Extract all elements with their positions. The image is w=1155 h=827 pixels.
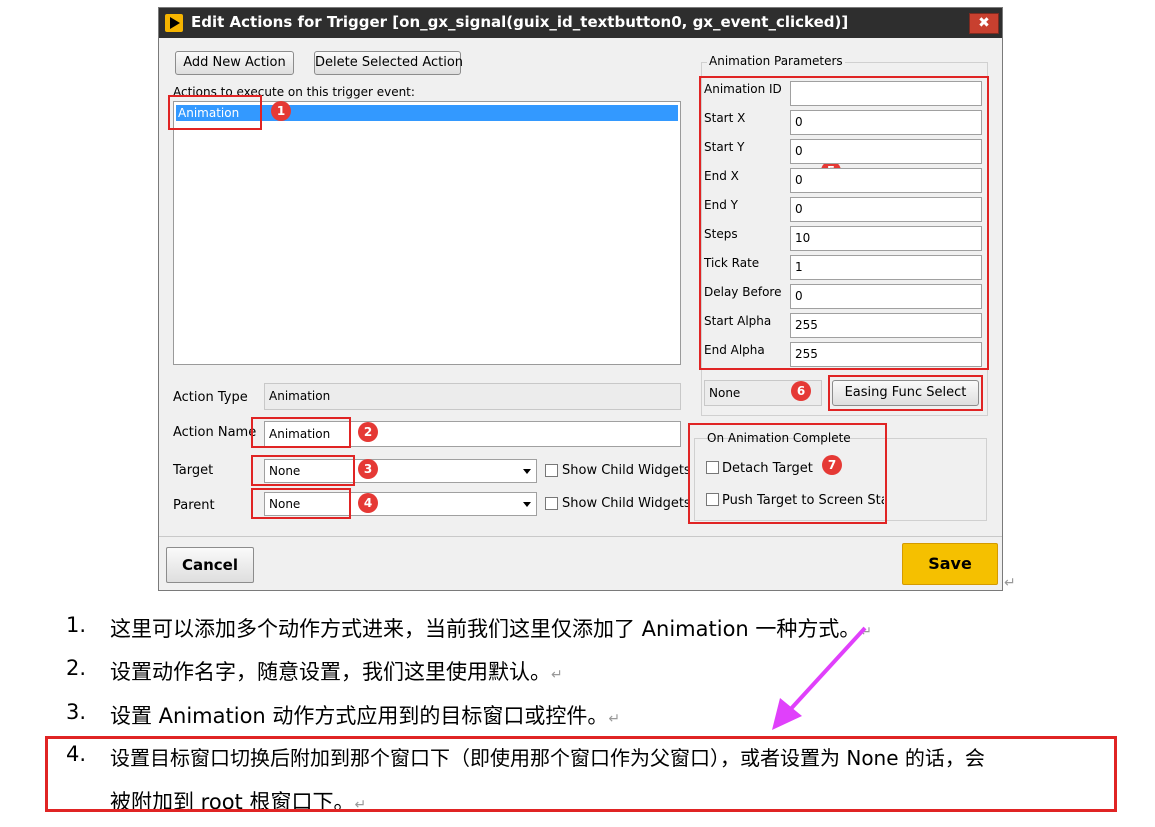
note-1-content: 这里可以添加多个动作方式进来，当前我们这里仅添加了 Animation 一种方式… [110,617,861,641]
badge-7: 7 [822,455,842,475]
param-label: End Alpha [704,343,765,357]
badge-3: 3 [358,459,378,479]
save-button[interactable]: Save [902,543,998,585]
badge-4: 4 [358,493,378,513]
detach-target-checkbox[interactable] [706,461,719,474]
animation-parameters-title: Animation Parameters [707,54,845,68]
delete-selected-action-button[interactable]: Delete Selected Action [314,51,463,75]
note-3-content: 设置 Animation 动作方式应用到的目标窗口或控件。 [110,704,609,728]
chevron-down-icon [523,469,531,474]
return-mark: ↵ [1004,575,1016,591]
note-4-highlight-box [45,736,1117,812]
target-label: Target [173,463,214,478]
param-input[interactable]: 10 [790,226,982,251]
return-mark: ↵ [551,667,563,683]
param-label: Animation ID [704,82,782,96]
param-label: End X [704,169,739,183]
param-label: Delay Before [704,285,782,299]
highlight-box-1 [168,95,262,130]
param-input[interactable]: 255 [790,313,982,338]
on-complete-title: On Animation Complete [707,431,851,445]
push-target-label: Push Target to Screen Stack [722,493,884,508]
footer-divider [159,536,1002,537]
arrow-annotation [772,626,867,730]
badge-1: 1 [271,101,291,121]
dialog-title: Edit Actions for Trigger [on_gx_signal(g… [191,13,849,31]
highlight-box-4 [251,488,351,519]
target-show-child-label: Show Child Widgets [562,463,691,478]
action-type-label: Action Type [173,390,248,405]
param-label: Start X [704,111,746,125]
note-1-number: 1. [66,613,87,637]
param-label: Tick Rate [704,256,760,270]
parent-show-child-label: Show Child Widgets [562,496,691,511]
param-label: End Y [704,198,738,212]
param-input[interactable]: 1 [790,255,982,280]
parent-show-child-checkbox[interactable] [545,497,558,510]
badge-6: 6 [791,381,811,401]
param-input[interactable]: 0 [790,168,982,193]
title-bar: Edit Actions for Trigger [on_gx_signal(g… [159,8,1002,38]
note-2-text: 设置动作名字，随意设置，我们这里使用默认。↵ [110,656,563,686]
param-input[interactable]: 0 [790,197,982,222]
highlight-box-2 [251,417,351,448]
play-icon [165,14,183,32]
highlight-box-3 [251,455,355,486]
param-label: Start Y [704,140,745,154]
return-mark: ↵ [608,711,621,727]
close-icon[interactable]: ✖ [969,13,999,34]
chevron-down-icon [523,502,531,507]
edit-actions-dialog: Edit Actions for Trigger [on_gx_signal(g… [158,7,1003,591]
badge-2: 2 [358,422,378,442]
arrow-line [786,626,867,714]
param-input[interactable]: 0 [790,139,982,164]
push-target-checkbox[interactable] [706,493,719,506]
param-input[interactable] [790,81,982,106]
parent-label: Parent [173,498,215,513]
param-input[interactable]: 0 [790,110,982,135]
action-name-label: Action Name [173,425,257,440]
param-label: Start Alpha [704,314,772,328]
cancel-button[interactable]: Cancel [166,547,254,583]
detach-target-label: Detach Target [722,461,813,476]
param-input[interactable]: 255 [790,342,982,367]
note-3-number: 3. [66,700,87,724]
param-input[interactable]: 0 [790,284,982,309]
target-show-child-checkbox[interactable] [545,464,558,477]
note-2-content: 设置动作名字，随意设置，我们这里使用默认。 [110,660,551,684]
action-type-field: Animation [264,383,681,410]
note-3-text: 设置 Animation 动作方式应用到的目标窗口或控件。↵ [110,700,620,730]
highlight-box-6 [828,375,983,411]
actions-list[interactable]: Animation [173,101,681,365]
note-1-text: 这里可以添加多个动作方式进来，当前我们这里仅添加了 Animation 一种方式… [110,613,872,643]
param-label: Steps [704,227,738,241]
note-2-number: 2. [66,656,87,680]
add-new-action-button[interactable]: Add New Action [175,51,294,75]
